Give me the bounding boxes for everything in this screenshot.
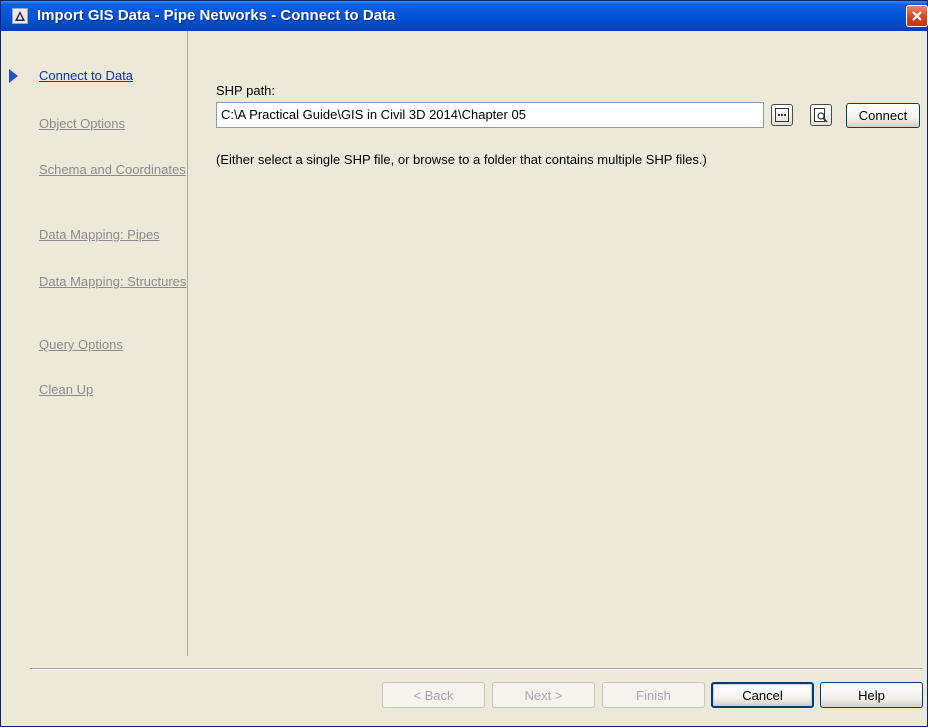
close-icon bbox=[912, 11, 922, 21]
nav-item-query-options[interactable]: Query Options bbox=[39, 337, 189, 353]
preview-icon bbox=[814, 108, 828, 123]
back-button[interactable]: < Back bbox=[382, 682, 485, 708]
shp-path-label: SHP path: bbox=[216, 83, 276, 98]
connect-button[interactable]: Connect bbox=[846, 103, 920, 128]
next-button[interactable]: Next > bbox=[492, 682, 595, 708]
preview-button[interactable] bbox=[810, 104, 832, 126]
shp-path-input[interactable]: C:\A Practical Guide\GIS in Civil 3D 201… bbox=[216, 102, 764, 128]
finish-button[interactable]: Finish bbox=[602, 682, 705, 708]
browse-button[interactable] bbox=[771, 104, 793, 126]
wizard-nav: Connect to Data Object Options Schema an… bbox=[4, 31, 188, 656]
app-icon bbox=[12, 8, 28, 24]
nav-item-data-mapping-structures[interactable]: Data Mapping: Structures bbox=[39, 274, 189, 290]
nav-item-connect-to-data[interactable]: Connect to Data bbox=[39, 68, 189, 84]
nav-item-data-mapping-pipes[interactable]: Data Mapping: Pipes bbox=[39, 227, 189, 243]
dialog-window: Import GIS Data - Pipe Networks - Connec… bbox=[0, 0, 928, 727]
dialog-body: Connect to Data Object Options Schema an… bbox=[4, 31, 925, 725]
footer-divider bbox=[30, 668, 923, 670]
current-step-arrow-icon bbox=[9, 69, 18, 83]
nav-item-schema-and-coordinates[interactable]: Schema and Coordinates bbox=[39, 162, 189, 178]
close-button[interactable] bbox=[906, 5, 928, 27]
nav-item-object-options[interactable]: Object Options bbox=[39, 116, 189, 132]
cancel-button[interactable]: Cancel bbox=[711, 682, 814, 708]
window-title: Import GIS Data - Pipe Networks - Connec… bbox=[37, 7, 396, 24]
help-button[interactable]: Help bbox=[820, 682, 923, 708]
ellipsis-icon bbox=[775, 108, 789, 122]
nav-item-clean-up[interactable]: Clean Up bbox=[39, 382, 189, 398]
title-bar[interactable]: Import GIS Data - Pipe Networks - Connec… bbox=[1, 1, 928, 31]
path-hint-text: (Either select a single SHP file, or bro… bbox=[216, 152, 707, 167]
